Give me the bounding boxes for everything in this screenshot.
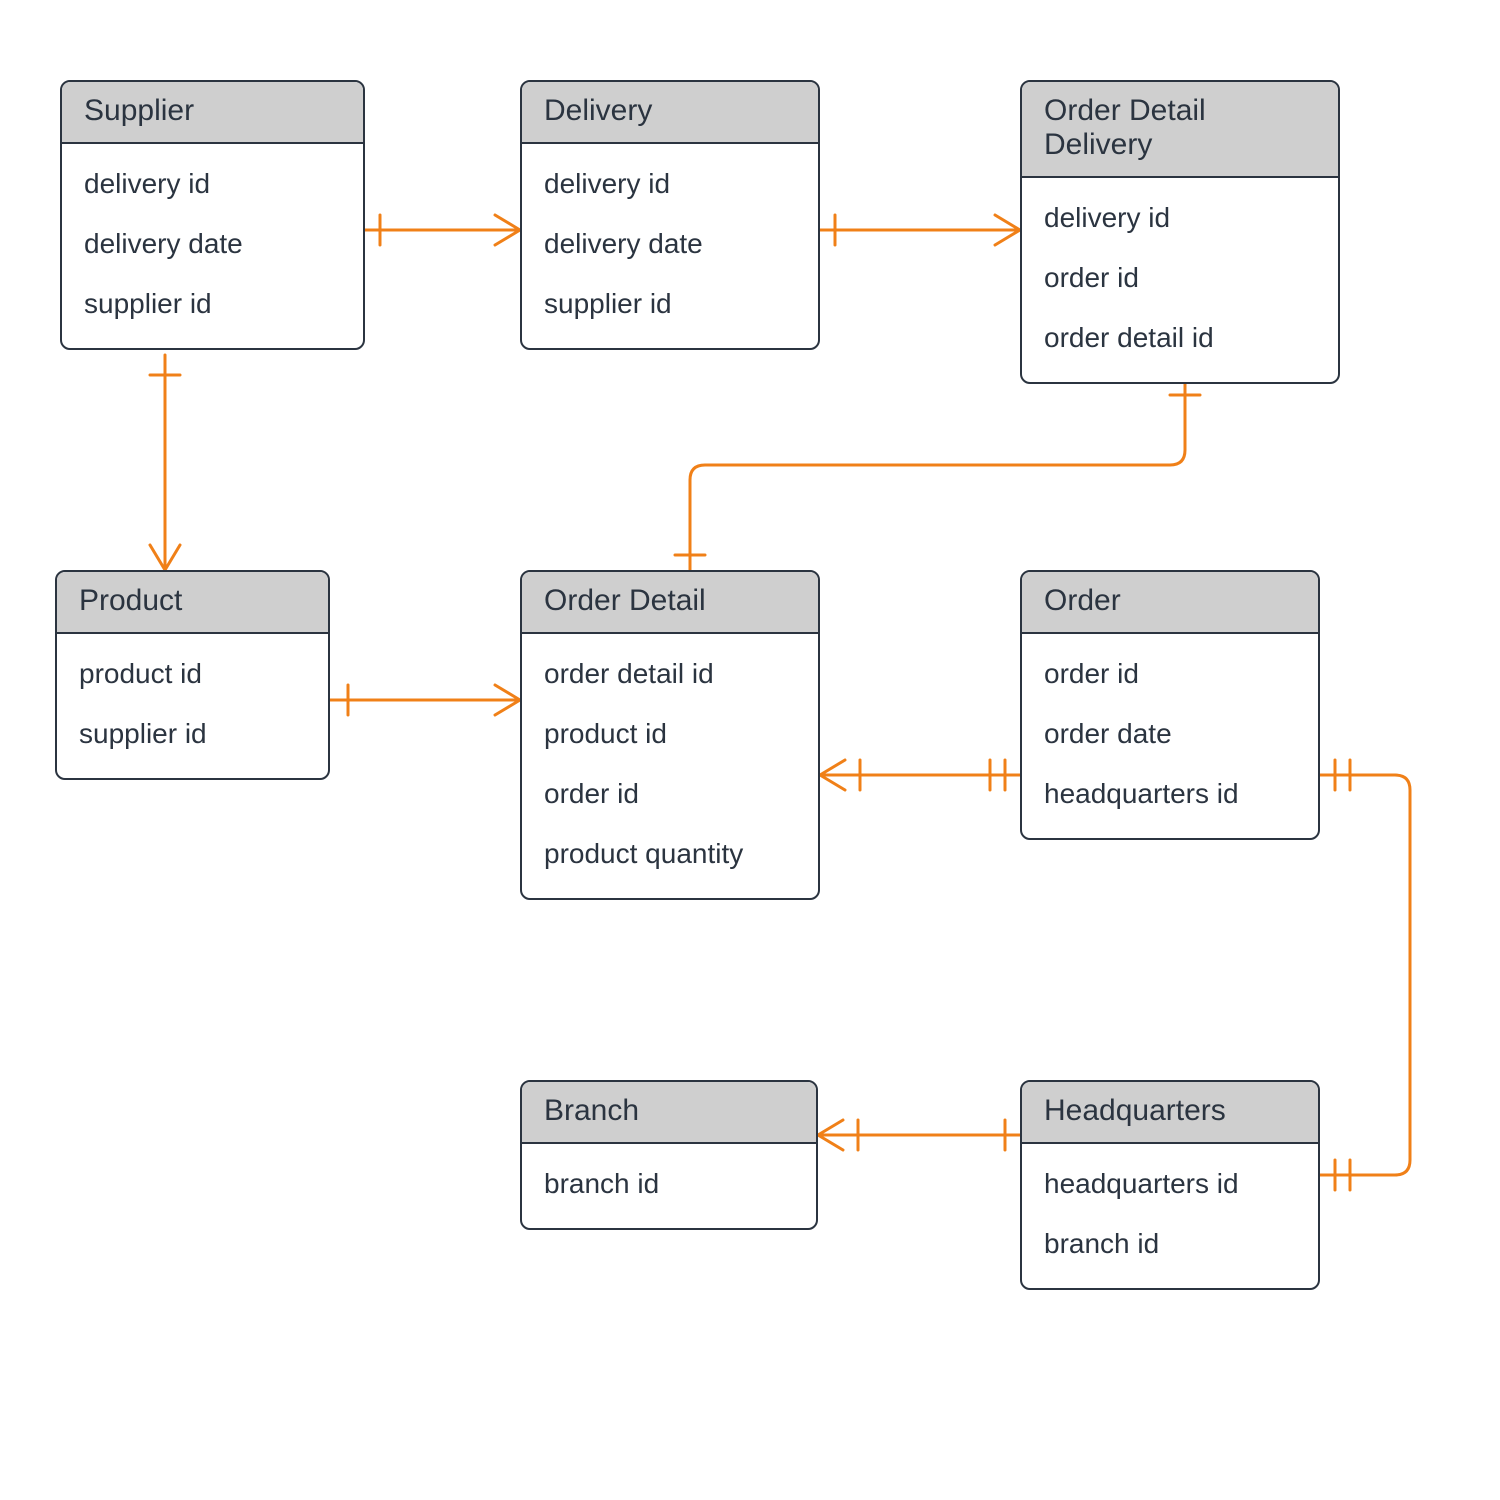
entity-fields: headquarters id branch id <box>1022 1144 1318 1288</box>
field: order detail id <box>544 644 800 704</box>
entity-order-detail[interactable]: Order Detail order detail id product id … <box>520 570 820 900</box>
entity-fields: product id supplier id <box>57 634 328 778</box>
entity-title: Order Detail <box>522 572 818 634</box>
entity-delivery[interactable]: Delivery delivery id delivery date suppl… <box>520 80 820 350</box>
field: product id <box>79 644 310 704</box>
entity-title: Branch <box>522 1082 816 1144</box>
entity-title: Delivery <box>522 82 818 144</box>
field: headquarters id <box>1044 1154 1300 1214</box>
entity-fields: delivery id delivery date supplier id <box>62 144 363 348</box>
field: supplier id <box>544 274 800 334</box>
entity-title: Order <box>1022 572 1318 634</box>
field: product id <box>544 704 800 764</box>
entity-branch[interactable]: Branch branch id <box>520 1080 818 1230</box>
entity-title: Order Detail Delivery <box>1022 82 1338 178</box>
field: delivery id <box>544 154 800 214</box>
entity-fields: order id order date headquarters id <box>1022 634 1318 838</box>
er-diagram-canvas: Supplier delivery id delivery date suppl… <box>0 0 1500 1500</box>
field: supplier id <box>84 274 345 334</box>
field: order date <box>1044 704 1300 764</box>
field: branch id <box>544 1154 798 1214</box>
field: headquarters id <box>1044 764 1300 824</box>
field: delivery date <box>544 214 800 274</box>
entity-product[interactable]: Product product id supplier id <box>55 570 330 780</box>
entity-fields: delivery id delivery date supplier id <box>522 144 818 348</box>
entity-order[interactable]: Order order id order date headquarters i… <box>1020 570 1320 840</box>
field: delivery id <box>84 154 345 214</box>
field: delivery date <box>84 214 345 274</box>
field: supplier id <box>79 704 310 764</box>
field: branch id <box>1044 1214 1300 1274</box>
entity-headquarters[interactable]: Headquarters headquarters id branch id <box>1020 1080 1320 1290</box>
entity-title: Headquarters <box>1022 1082 1318 1144</box>
entity-supplier[interactable]: Supplier delivery id delivery date suppl… <box>60 80 365 350</box>
field: order id <box>1044 248 1320 308</box>
entity-fields: order detail id product id order id prod… <box>522 634 818 898</box>
field: order id <box>544 764 800 824</box>
field: product quantity <box>544 824 800 884</box>
entity-title: Product <box>57 572 328 634</box>
entity-title: Supplier <box>62 82 363 144</box>
field: delivery id <box>1044 188 1320 248</box>
field: order detail id <box>1044 308 1320 368</box>
entity-order-detail-delivery[interactable]: Order Detail Delivery delivery id order … <box>1020 80 1340 384</box>
entity-fields: delivery id order id order detail id <box>1022 178 1338 382</box>
entity-fields: branch id <box>522 1144 816 1228</box>
field: order id <box>1044 644 1300 704</box>
